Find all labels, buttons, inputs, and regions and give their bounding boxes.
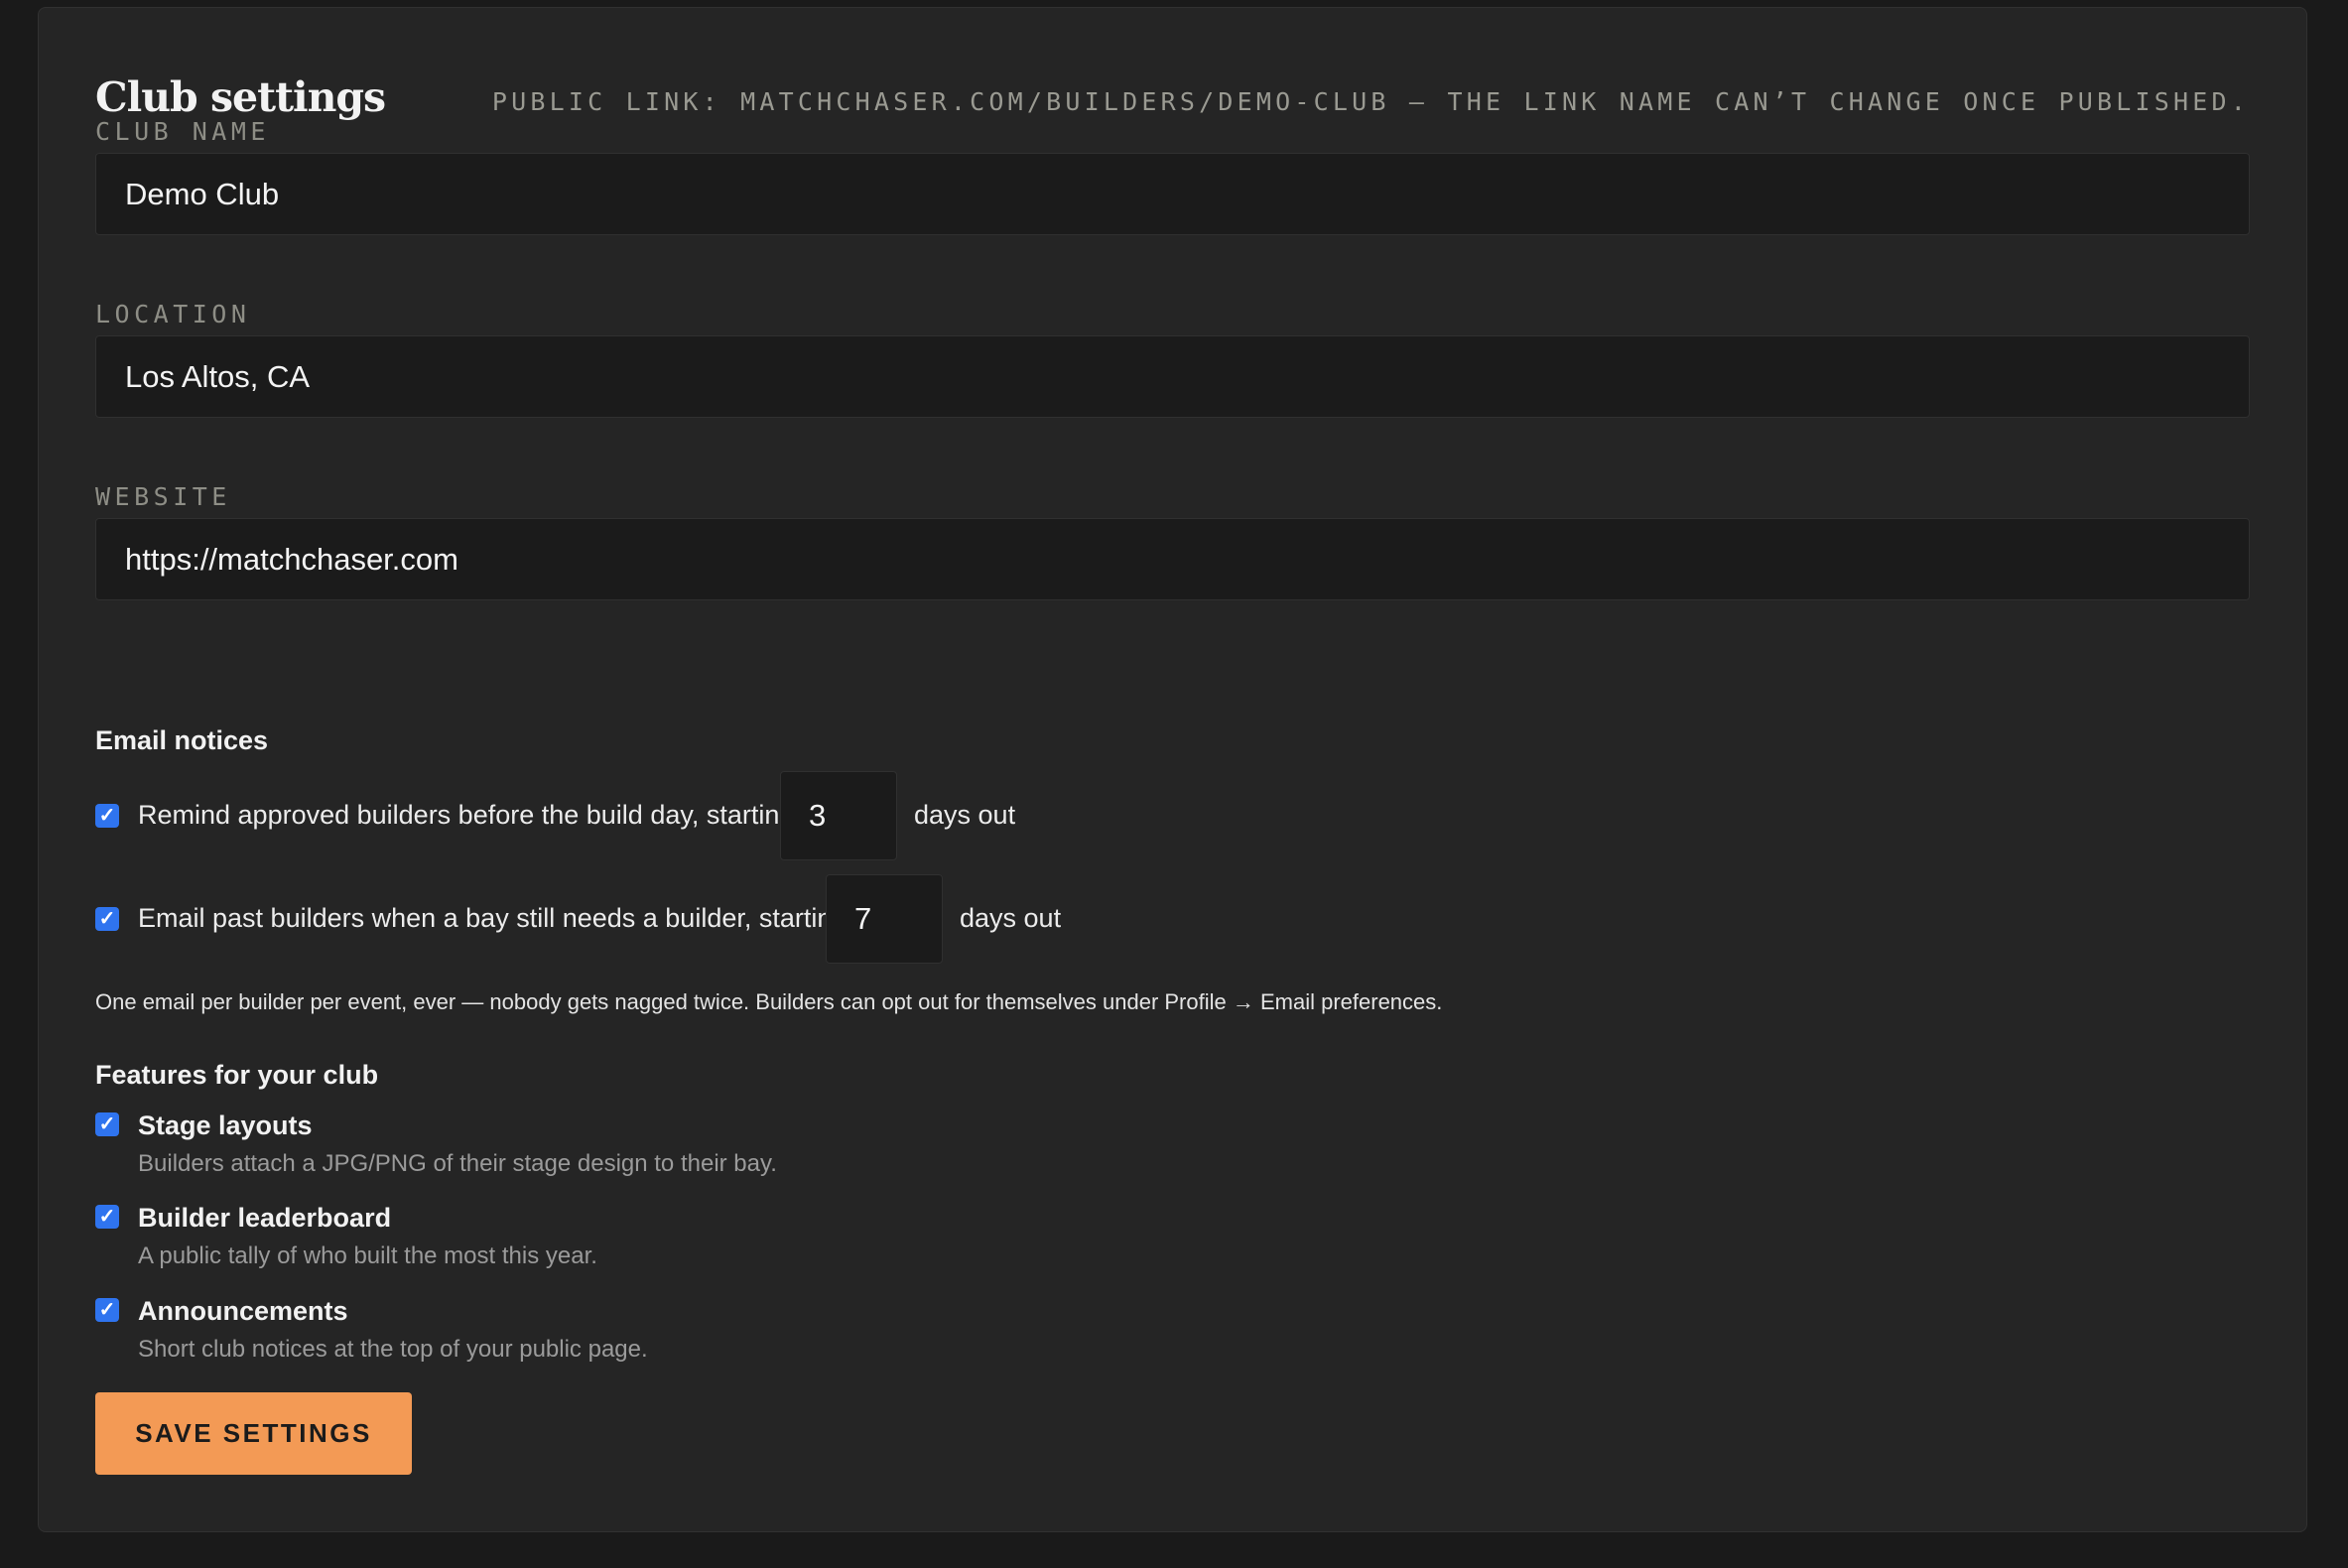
feature-stage-layouts: ✓ Stage layouts Builders attach a JPG/PN… bbox=[95, 1111, 1286, 1190]
feature-description: A public tally of who built the most thi… bbox=[138, 1242, 597, 1269]
reminder-notice-row: ✓ Remind approved builders before the bu… bbox=[95, 771, 1882, 860]
past-builders-notice-row: ✓ Email past builders when a bay still n… bbox=[95, 874, 1882, 964]
save-settings-button[interactable]: Save settings bbox=[95, 1392, 412, 1475]
feature-announcements: ✓ Announcements Short club notices at th… bbox=[95, 1296, 1286, 1375]
past-builders-text: Email past builders when a bay still nee… bbox=[138, 903, 848, 933]
public-link-note: Public link: matchchaser.com/builders/de… bbox=[491, 87, 2250, 116]
past-builders-days-input[interactable] bbox=[826, 874, 943, 964]
check-icon: ✓ bbox=[98, 1113, 116, 1135]
website-label: Website bbox=[95, 482, 231, 511]
announcements-checkbox[interactable]: ✓ bbox=[95, 1298, 119, 1322]
club-name-label: Club name bbox=[95, 117, 270, 146]
club-name-input[interactable] bbox=[95, 153, 2250, 235]
website-input[interactable] bbox=[95, 518, 2250, 600]
builder-leaderboard-checkbox[interactable]: ✓ bbox=[95, 1205, 119, 1229]
location-input[interactable] bbox=[95, 335, 2250, 418]
stage-layouts-checkbox[interactable]: ✓ bbox=[95, 1112, 119, 1136]
feature-title: Stage layouts bbox=[138, 1111, 313, 1140]
features-heading: Features for your club bbox=[95, 1060, 379, 1090]
reminder-checkbox[interactable]: ✓ bbox=[95, 804, 119, 828]
email-notices-heading: Email notices bbox=[95, 725, 269, 755]
feature-title: Builder leaderboard bbox=[138, 1203, 392, 1233]
reminder-text: Remind approved builders before the buil… bbox=[138, 800, 795, 830]
reminder-days-input[interactable] bbox=[780, 771, 897, 860]
check-icon: ✓ bbox=[98, 1206, 116, 1228]
feature-description: Builders attach a JPG/PNG of their stage… bbox=[138, 1150, 777, 1177]
page-title: Club settings bbox=[95, 73, 386, 121]
past-builders-checkbox[interactable]: ✓ bbox=[95, 907, 119, 931]
feature-description: Short club notices at the top of your pu… bbox=[138, 1336, 648, 1363]
email-helper-text: One email per builder per event, ever — … bbox=[95, 989, 1443, 1014]
check-icon: ✓ bbox=[98, 1299, 116, 1321]
reminder-days-suffix: days out bbox=[914, 800, 1016, 830]
feature-builder-leaderboard: ✓ Builder leaderboard A public tally of … bbox=[95, 1203, 1286, 1282]
check-icon: ✓ bbox=[98, 908, 116, 930]
location-label: Location bbox=[95, 300, 251, 328]
club-settings-card: Club settings Public link: matchchaser.c… bbox=[38, 7, 2307, 1532]
feature-title: Announcements bbox=[138, 1296, 348, 1326]
past-builders-days-suffix: days out bbox=[960, 903, 1062, 933]
settings-header: Club settings Public link: matchchaser.c… bbox=[39, 8, 2306, 121]
check-icon: ✓ bbox=[98, 805, 116, 827]
